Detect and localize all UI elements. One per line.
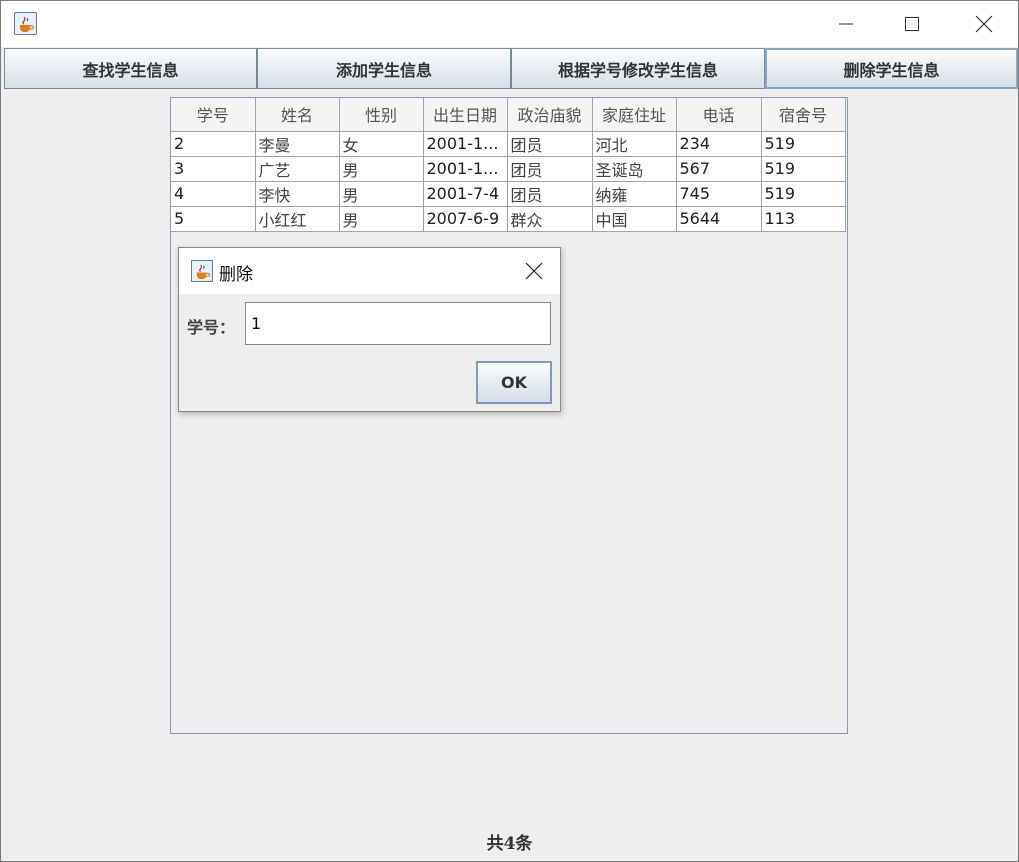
table-cell[interactable]: 2007-6-9 <box>423 206 508 232</box>
search-student-button[interactable]: 查找学生信息 <box>4 48 257 89</box>
student-table: 学号 姓名 性别 出生日期 政治庙貌 家庭住址 电话 宿舍号 2 李曼 女 20… <box>171 98 846 232</box>
student-id-label: 学号： <box>187 318 236 337</box>
column-header[interactable]: 性别 <box>339 98 424 132</box>
table-cell[interactable]: 广艺 <box>255 156 340 182</box>
table-cell[interactable]: 113 <box>761 206 846 232</box>
table-cell[interactable]: 中国 <box>592 206 677 232</box>
student-table-scrollpane[interactable]: 学号 姓名 性别 出生日期 政治庙貌 家庭住址 电话 宿舍号 2 李曼 女 20… <box>170 97 848 734</box>
table-cell[interactable]: 李快 <box>255 181 340 207</box>
table-cell[interactable]: 234 <box>676 131 762 157</box>
table-row[interactable]: 2 李曼 女 2001-1... 团员 河北 234 519 <box>171 131 846 157</box>
dialog-close-button[interactable] <box>523 260 545 282</box>
table-cell[interactable]: 男 <box>339 206 424 232</box>
table-cell[interactable]: 李曼 <box>255 131 340 157</box>
close-button[interactable] <box>951 1 1017 47</box>
table-cell[interactable]: 2001-1... <box>423 156 508 182</box>
record-count: 共4条 <box>486 834 533 854</box>
column-header[interactable]: 姓名 <box>255 98 340 132</box>
table-cell[interactable]: 3 <box>171 156 256 182</box>
java-cup-icon <box>14 12 37 35</box>
table-row[interactable]: 4 李快 男 2001-7-4 团员 纳雍 745 519 <box>171 181 846 207</box>
column-header[interactable]: 出生日期 <box>423 98 508 132</box>
table-cell[interactable]: 519 <box>761 181 846 207</box>
table-row[interactable]: 3 广艺 男 2001-1... 团员 圣诞岛 567 519 <box>171 156 846 182</box>
table-cell[interactable]: 纳雍 <box>592 181 677 207</box>
add-student-button[interactable]: 添加学生信息 <box>257 48 511 89</box>
table-cell[interactable]: 2 <box>171 131 256 157</box>
table-header-row: 学号 姓名 性别 出生日期 政治庙貌 家庭住址 电话 宿舍号 <box>171 98 846 132</box>
table-cell[interactable]: 567 <box>676 156 762 182</box>
table-cell[interactable]: 2001-1... <box>423 131 508 157</box>
table-cell[interactable]: 4 <box>171 181 256 207</box>
minimize-icon <box>839 23 853 25</box>
edit-student-button[interactable]: 根据学号修改学生信息 <box>511 48 765 89</box>
table-cell[interactable]: 男 <box>339 156 424 182</box>
table-cell[interactable]: 5644 <box>676 206 762 232</box>
table-cell[interactable]: 团员 <box>507 156 593 182</box>
maximize-button[interactable] <box>879 1 945 47</box>
dialog-title-bar[interactable]: 删除 <box>179 248 560 294</box>
column-header[interactable]: 家庭住址 <box>592 98 677 132</box>
table-cell[interactable]: 2001-7-4 <box>423 181 508 207</box>
column-header[interactable]: 政治庙貌 <box>507 98 593 132</box>
table-cell[interactable]: 519 <box>761 131 846 157</box>
table-cell[interactable]: 圣诞岛 <box>592 156 677 182</box>
table-cell[interactable]: 河北 <box>592 131 677 157</box>
table-cell[interactable]: 男 <box>339 181 424 207</box>
column-header[interactable]: 宿舍号 <box>761 98 846 132</box>
title-bar[interactable] <box>1 1 1018 47</box>
student-id-input[interactable] <box>245 302 551 345</box>
dialog-title: 删除 <box>219 265 253 285</box>
app-window: 查找学生信息 添加学生信息 根据学号修改学生信息 删除学生信息 学号 姓名 性别… <box>0 0 1019 862</box>
table-cell[interactable]: 团员 <box>507 131 593 157</box>
table-cell[interactable]: 519 <box>761 156 846 182</box>
table-cell[interactable]: 团员 <box>507 181 593 207</box>
toolbar: 查找学生信息 添加学生信息 根据学号修改学生信息 删除学生信息 <box>2 47 1018 90</box>
minimize-button[interactable] <box>813 1 879 47</box>
table-cell[interactable]: 群众 <box>507 206 593 232</box>
close-icon <box>975 15 993 33</box>
table-cell[interactable]: 745 <box>676 181 762 207</box>
java-cup-icon <box>191 260 213 282</box>
table-row[interactable]: 5 小红红 男 2007-6-9 群众 中国 5644 113 <box>171 206 846 232</box>
close-icon <box>525 262 543 280</box>
table-cell[interactable]: 5 <box>171 206 256 232</box>
delete-student-button[interactable]: 删除学生信息 <box>765 48 1018 89</box>
ok-button[interactable]: OK <box>476 361 552 404</box>
column-header[interactable]: 学号 <box>171 98 256 132</box>
table-cell[interactable]: 女 <box>339 131 424 157</box>
table-cell[interactable]: 小红红 <box>255 206 340 232</box>
column-header[interactable]: 电话 <box>676 98 762 132</box>
maximize-icon <box>905 17 919 31</box>
delete-dialog: 删除 学号： OK <box>178 247 561 412</box>
